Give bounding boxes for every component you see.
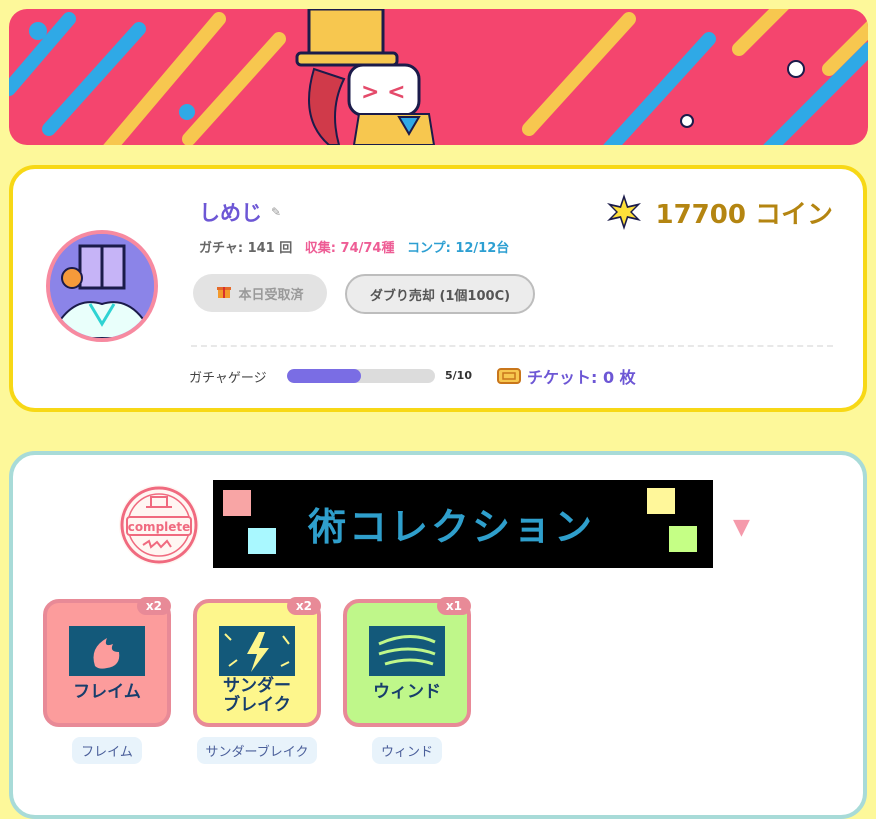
ticket-label: チケット: 0 枚 [527,368,636,387]
item-name-label: サンダーブレイク [196,737,318,764]
collection-item[interactable]: x1 ウィンド ウィンド [343,597,471,764]
stats-row: ガチャ: 141 回 収集: 74/74種 コンプ: 12/12台 [199,237,517,256]
avatar[interactable] [46,230,158,342]
item-count-badge: x2 [286,597,321,615]
collection-item-card[interactable]: x2 フレイム [43,597,171,727]
avatar-image [50,234,154,338]
complete-stamp-icon: complete [120,486,198,564]
coin-balance: 17700 コイン [605,193,833,231]
sell-duplicates-button[interactable]: ダブり売却 (1個100C) [345,274,535,314]
collect-count: 収集: 74/74種 [304,241,395,256]
header-banner: > < [9,9,868,145]
item-art-text: サンダー ブレイク [223,676,291,715]
ticket-count: チケット: 0 枚 [497,364,636,388]
collection-item[interactable]: x2 サンダー ブレイクサンダーブレイク [193,597,321,764]
collection-title-banner: 術コレクション [213,480,713,568]
profile-card: しめじ ✎ ガチャ: 141 回 収集: 74/74種 コンプ: 12/12台 … [9,165,867,412]
item-count-badge: x1 [436,597,471,615]
daily-claim-button[interactable]: 本日受取済 [193,274,327,312]
collection-item-card[interactable]: x2 サンダー ブレイク [193,597,321,727]
collection-panel: complete 術コレクション ▼ x2 フレイム フレイム x2 サンダー ブレイク… [9,451,867,819]
collection-item-card[interactable]: x1 ウィンド [343,597,471,727]
banner-art: > < [9,9,868,145]
complete-count: コンプ: 12/12台 [406,241,510,256]
complete-stamp-text: complete [128,520,191,534]
gacha-gauge-fill [287,369,361,383]
sell-duplicates-label: ダブり売却 (1個100C) [369,288,511,304]
item-art [369,626,445,676]
daily-claim-label: 本日受取済 [238,287,304,303]
gacha-gauge-label: ガチャゲージ [189,371,267,386]
item-art-text: ウィンド [373,682,441,702]
item-art-text: フレイム [73,682,141,702]
gift-icon [216,283,232,303]
triangle-down-icon[interactable]: ▼ [733,515,750,540]
star-coin-icon [607,194,642,230]
svg-text:> <: > < [361,80,406,105]
item-name-label: ウィンド [371,737,442,764]
collection-item[interactable]: x2 フレイム フレイム [43,597,171,764]
collection-title: 術コレクション [308,505,596,549]
ticket-icon [497,368,521,384]
item-count-badge: x2 [136,597,171,615]
item-art [219,626,295,676]
username: しめじ [199,201,262,225]
divider [191,345,833,347]
coin-amount: 17700 コイン [655,199,833,230]
gacha-gauge [287,369,435,383]
gacha-gauge-count: 5/10 [445,369,472,382]
item-art [69,626,145,676]
pencil-icon[interactable]: ✎ [271,205,281,219]
gacha-count: ガチャ: 141 回 [199,241,293,256]
complete-stamp: complete [119,485,199,565]
item-name-label: フレイム [72,737,142,764]
